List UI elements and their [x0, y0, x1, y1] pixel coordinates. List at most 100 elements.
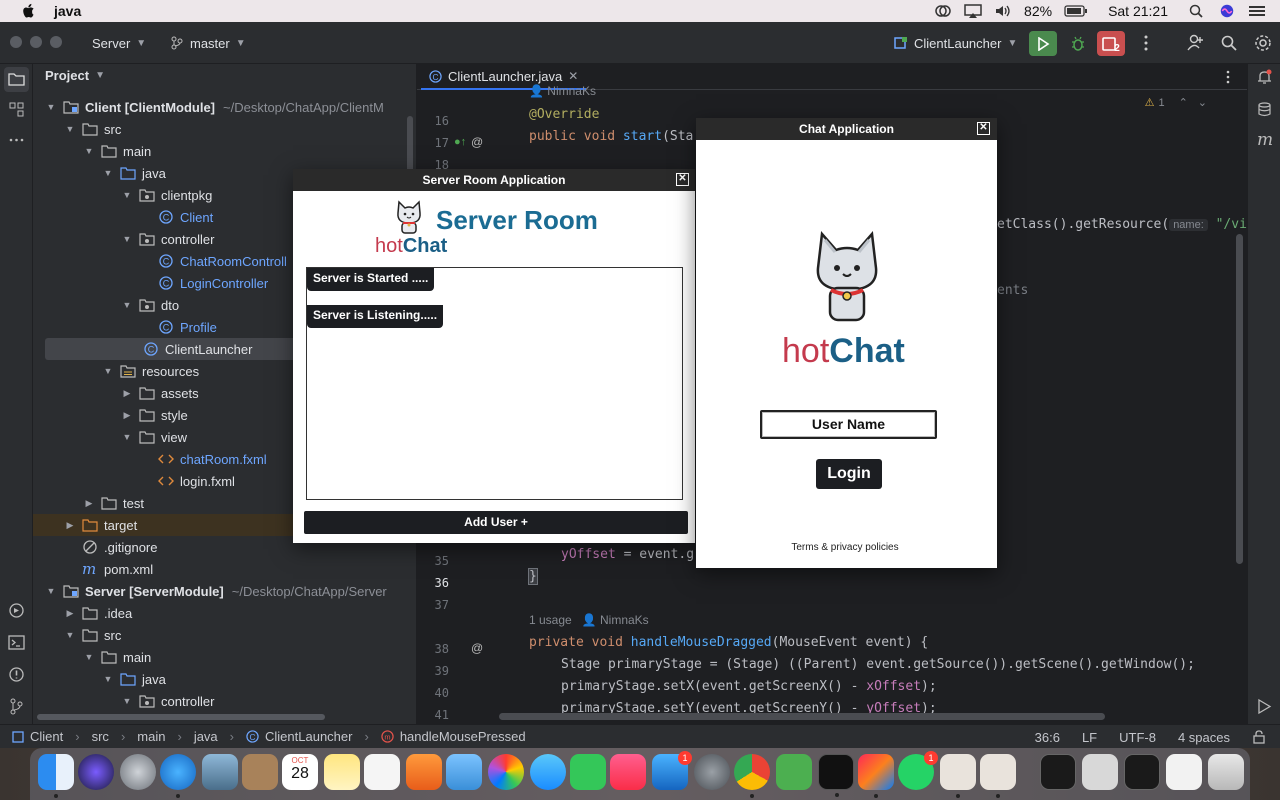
stop-button[interactable]: 2	[1097, 31, 1125, 56]
menu-bar-clock[interactable]: Sat 21:21	[1108, 3, 1168, 19]
contacts-icon[interactable]	[242, 754, 278, 790]
expanded-arrow-icon[interactable]: ▼	[121, 696, 133, 706]
server-log-area[interactable]: Server is Started ..... Server is Listen…	[306, 267, 683, 500]
next-highlight-icon[interactable]: ⌄	[1198, 96, 1207, 109]
expanded-arrow-icon[interactable]: ▼	[83, 146, 95, 156]
tree-item-controller[interactable]: ▼ controller	[33, 690, 416, 712]
app-store-icon[interactable]: 1	[652, 751, 692, 790]
tree-item-main[interactable]: ▼ main	[33, 646, 416, 668]
run-tool-icon[interactable]	[1256, 698, 1273, 715]
expanded-arrow-icon[interactable]: ▼	[121, 190, 133, 200]
editor-vertical-scrollbar[interactable]	[1236, 234, 1243, 564]
chat-window-titlebar[interactable]: Chat Application ✕	[696, 118, 997, 140]
tree-item-client-module[interactable]: ▼ Client [ClientModule] ~/Desktop/ChatAp…	[33, 96, 416, 118]
apple-icon[interactable]	[20, 3, 38, 19]
server-window-titlebar[interactable]: Server Room Application ✕	[293, 169, 695, 191]
code-line-getresource[interactable]: etClass().getResource(name: "/vi	[997, 217, 1247, 232]
collapsed-arrow-icon[interactable]: ▶	[121, 388, 133, 399]
photos-icon[interactable]	[488, 754, 524, 790]
code-line-35[interactable]: yOffset = event.g	[561, 547, 694, 562]
expanded-arrow-icon[interactable]: ▼	[64, 124, 76, 134]
expanded-arrow-icon[interactable]: ▼	[102, 366, 114, 376]
search-icon[interactable]	[1220, 34, 1238, 52]
minimized-window-thumbnail[interactable]	[1040, 754, 1076, 790]
services-icon[interactable]	[8, 602, 25, 619]
tree-item-src[interactable]: ▼ src	[33, 118, 416, 140]
expanded-arrow-icon[interactable]: ▼	[45, 102, 57, 112]
tree-item-pom-xml[interactable]: m pom.xml	[33, 558, 416, 580]
close-icon[interactable]: ✕	[977, 122, 990, 135]
project-horizontal-scrollbar[interactable]	[37, 714, 325, 720]
at-annotation-gutter-icon[interactable]: @	[471, 641, 483, 655]
notifications-bell-icon[interactable]	[1256, 69, 1273, 86]
branch-selector[interactable]: master ▼	[170, 22, 246, 64]
breadcrumb-item[interactable]: src	[92, 729, 109, 744]
terms-link[interactable]: Terms & privacy policies	[696, 542, 994, 553]
terminal-icon[interactable]	[8, 634, 25, 651]
expanded-arrow-icon[interactable]: ▼	[121, 234, 133, 244]
at-annotation-gutter-icon[interactable]: @	[471, 135, 483, 149]
trash-icon[interactable]	[1208, 754, 1244, 790]
database-icon[interactable]	[1256, 101, 1273, 118]
more-actions-icon[interactable]	[1137, 34, 1155, 52]
siri-icon[interactable]	[1218, 4, 1236, 18]
add-user-icon[interactable]	[1186, 34, 1204, 52]
notes-icon[interactable]	[324, 754, 360, 790]
inspection-widget[interactable]: ⚠ 1 ⌃ ⌄	[1145, 96, 1207, 110]
tab-more-icon[interactable]	[1221, 69, 1235, 85]
breadcrumb-item[interactable]: java	[194, 729, 218, 744]
editor-horizontal-scrollbar[interactable]	[499, 713, 1105, 720]
code-line-17[interactable]: public void start(Sta	[529, 129, 693, 144]
control-center-icon[interactable]	[1248, 4, 1266, 18]
tree-item-src[interactable]: ▼ src	[33, 624, 416, 646]
whatsapp-icon[interactable]: 1	[898, 751, 938, 790]
folder-icon[interactable]	[8, 71, 25, 88]
battery-icon[interactable]	[1064, 4, 1088, 18]
preview-icon[interactable]	[202, 754, 238, 790]
system-preferences-icon[interactable]	[694, 754, 730, 790]
run-configuration-selector[interactable]: ClientLauncher ▼	[894, 22, 1017, 64]
volume-icon[interactable]	[994, 4, 1012, 18]
intellij-idea-icon[interactable]	[858, 754, 894, 798]
expanded-arrow-icon[interactable]: ▼	[121, 432, 133, 442]
add-user-button[interactable]: Add User +	[304, 511, 688, 534]
close-tab-icon[interactable]: ✕	[568, 69, 578, 83]
terminal-icon[interactable]	[818, 754, 854, 797]
facetime-icon[interactable]	[570, 754, 606, 790]
java-coffee-cup-icon[interactable]	[940, 754, 976, 798]
username-input[interactable]: User Name	[760, 410, 937, 439]
breadcrumb-item[interactable]: ClientLauncher	[265, 729, 352, 744]
structure-icon[interactable]	[8, 101, 25, 118]
expanded-arrow-icon[interactable]: ▼	[121, 300, 133, 310]
breadcrumb-item[interactable]: main	[137, 729, 165, 744]
code-line-40[interactable]: primaryStage.setX(event.getScreenX() - x…	[561, 679, 937, 694]
collapsed-arrow-icon[interactable]: ▶	[64, 520, 76, 531]
music-icon[interactable]	[610, 754, 646, 790]
settings-gear-icon[interactable]	[1254, 34, 1272, 52]
minimized-window-thumbnail[interactable]	[1082, 754, 1118, 790]
expanded-arrow-icon[interactable]: ▼	[45, 586, 57, 596]
creative-cloud-icon[interactable]	[934, 4, 952, 18]
maven-m-icon[interactable]: m	[1257, 130, 1273, 150]
problems-icon[interactable]	[8, 666, 25, 683]
launchpad-icon[interactable]	[120, 754, 156, 790]
siri-icon[interactable]	[78, 754, 114, 790]
run-button[interactable]	[1029, 31, 1057, 56]
expanded-arrow-icon[interactable]: ▼	[83, 652, 95, 662]
expanded-arrow-icon[interactable]: ▼	[102, 168, 114, 178]
tree-item-server-module[interactable]: ▼ Server [ServerModule] ~/Desktop/ChatAp…	[33, 580, 416, 602]
airplay-icon[interactable]	[964, 4, 982, 18]
reminders-icon[interactable]	[364, 754, 400, 790]
books-icon[interactable]	[406, 754, 442, 790]
code-line-16[interactable]: @Override	[529, 107, 599, 122]
chrome-icon[interactable]	[734, 754, 770, 798]
active-app-name[interactable]: java	[54, 3, 81, 19]
minimize-window-button[interactable]	[30, 36, 42, 48]
java-coffee-cup-icon[interactable]	[980, 754, 1016, 798]
close-icon[interactable]: ✕	[676, 173, 689, 186]
close-window-button[interactable]	[10, 36, 22, 48]
git-icon[interactable]	[8, 698, 25, 715]
minimized-window-thumbnail[interactable]	[1166, 754, 1202, 790]
expanded-arrow-icon[interactable]: ▼	[102, 674, 114, 684]
login-button[interactable]: Login	[816, 459, 882, 489]
